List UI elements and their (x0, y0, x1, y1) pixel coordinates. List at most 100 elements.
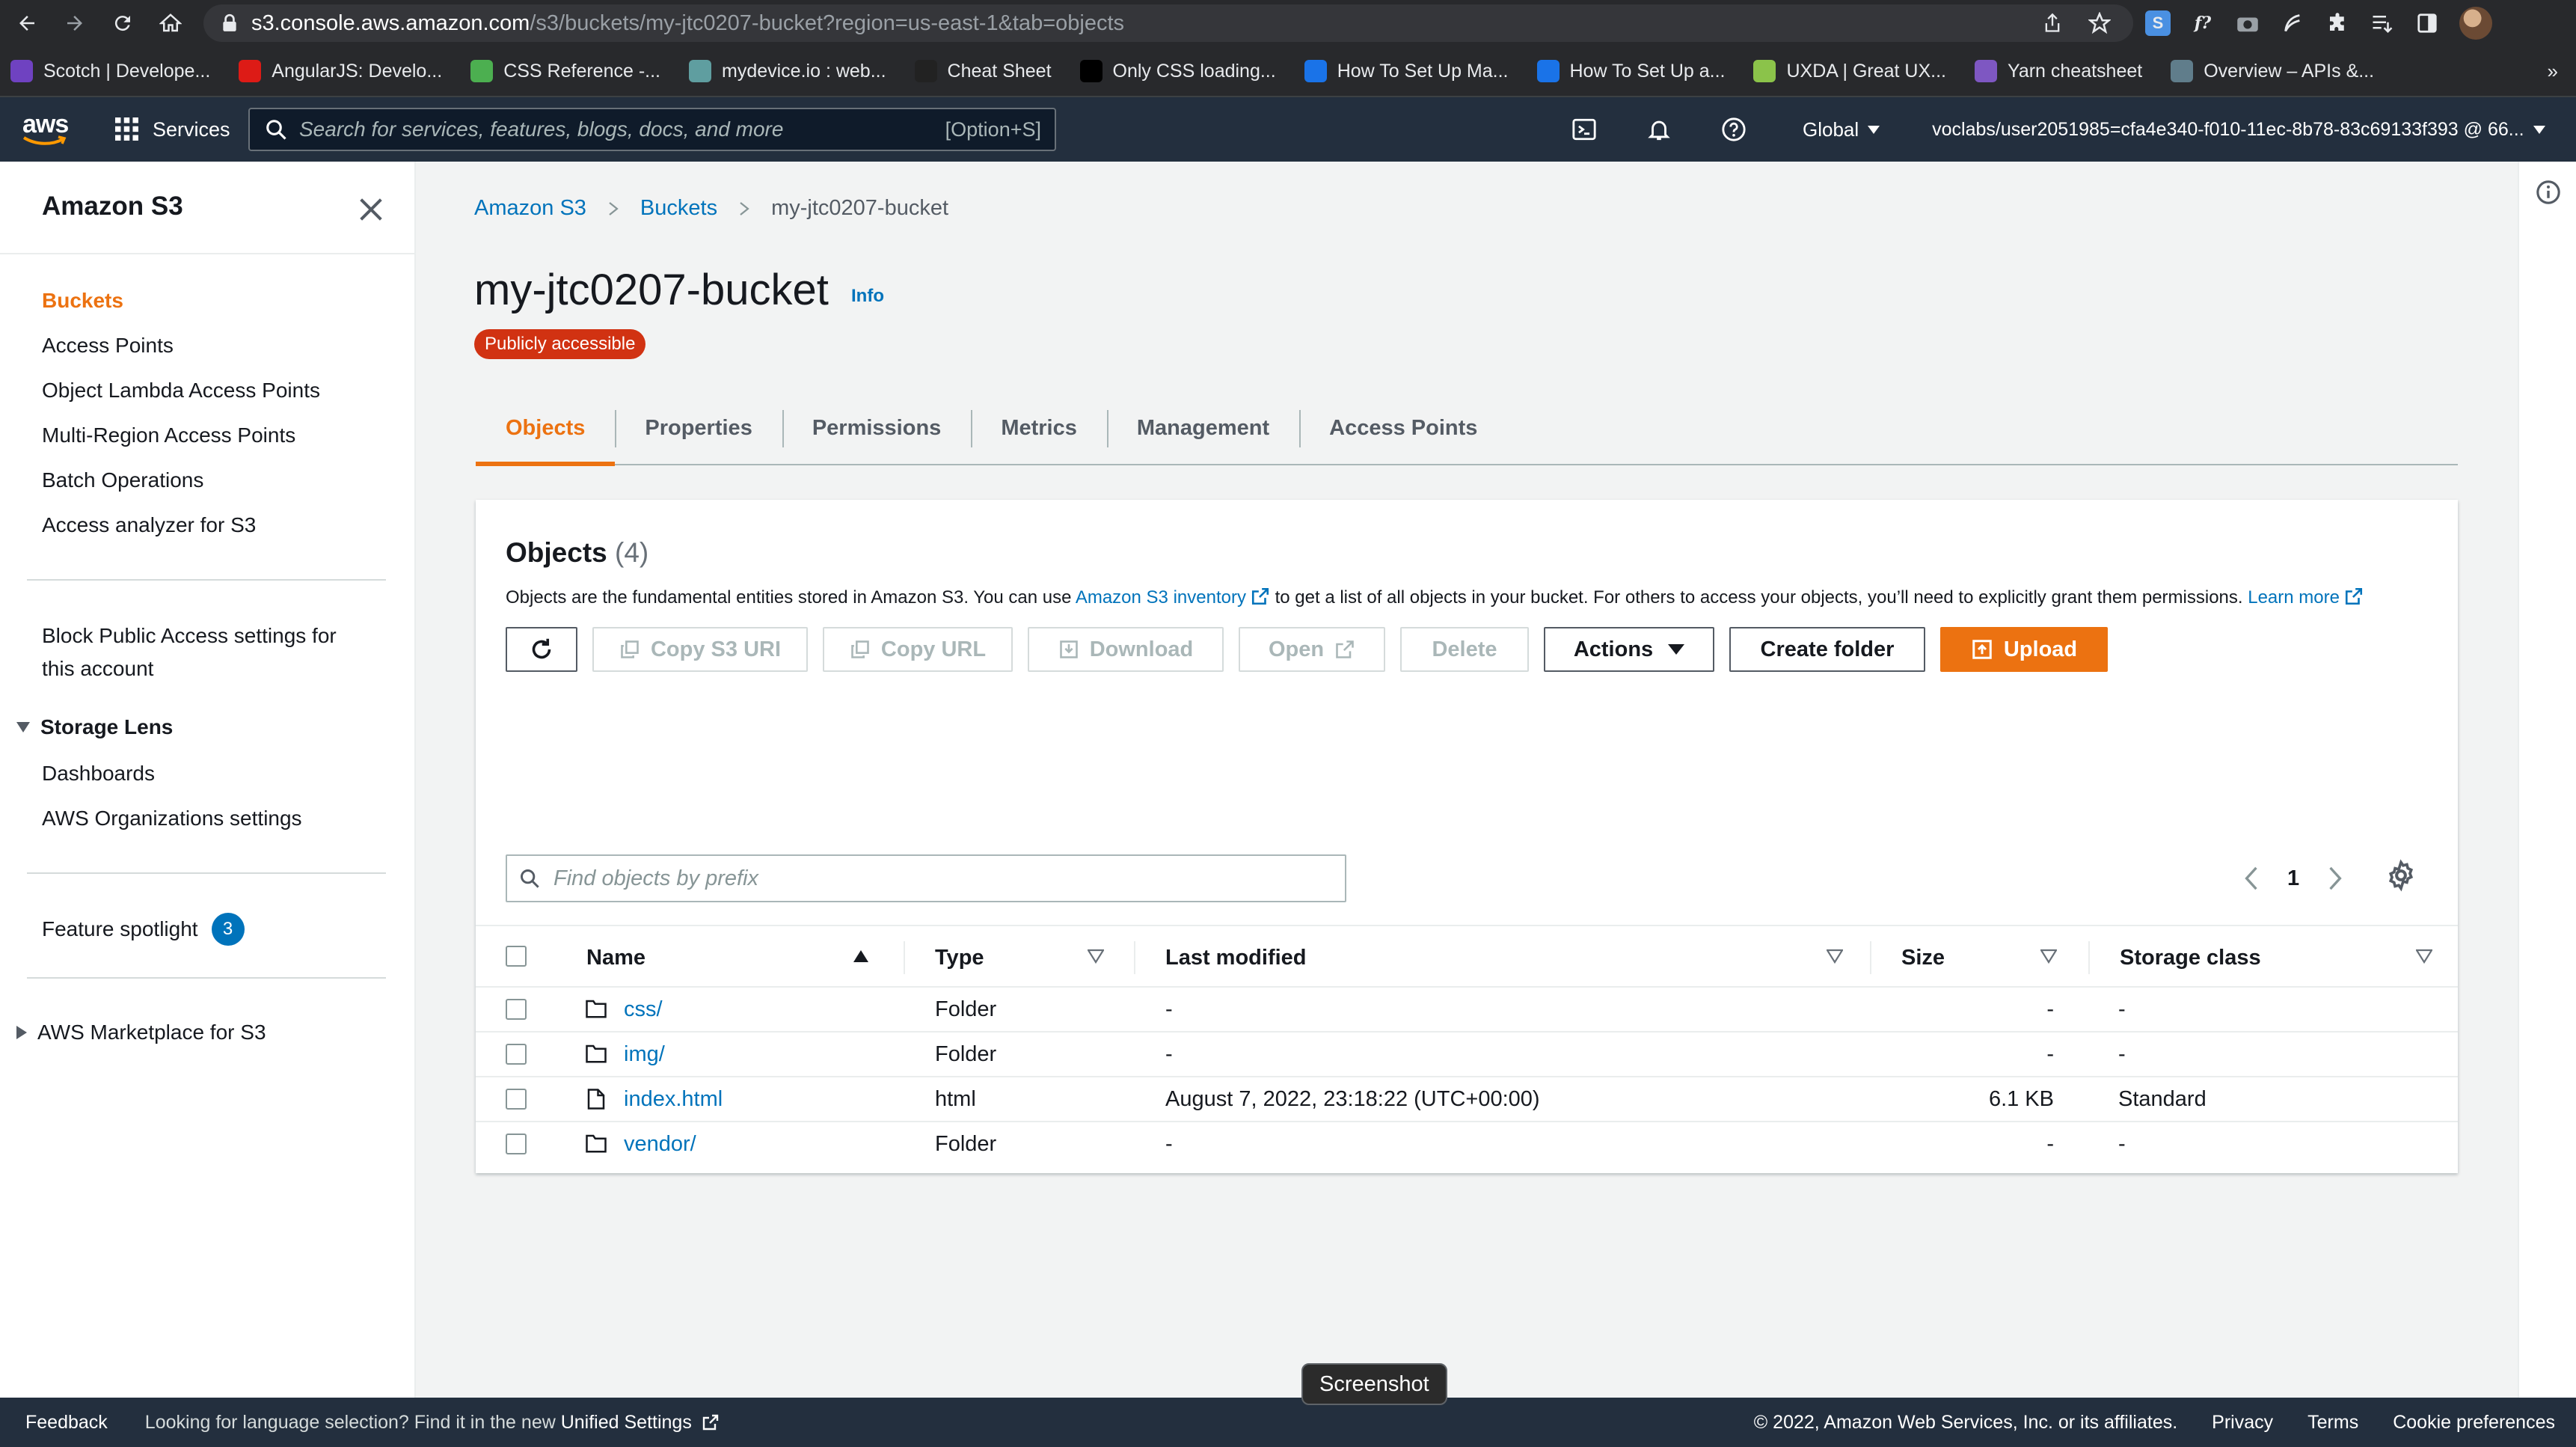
upload-button[interactable]: Upload (1940, 627, 2108, 672)
bookmark-item[interactable]: How To Set Up a... (1536, 60, 1725, 82)
row-checkbox[interactable] (506, 999, 527, 1020)
bookmark-item[interactable]: mydevice.io : web... (689, 60, 886, 82)
breadcrumb-buckets[interactable]: Buckets (640, 196, 717, 221)
camera-extension-icon[interactable] (2235, 10, 2260, 36)
object-link[interactable]: index.html (624, 1087, 723, 1112)
tab-management[interactable]: Management (1106, 392, 1299, 464)
aws-logo[interactable]: aws (22, 111, 70, 146)
sidebar-item-dashboards[interactable]: Dashboards (42, 762, 155, 786)
sidebar-item-multi-region-access-points[interactable]: Multi-Region Access Points (42, 423, 295, 447)
global-search[interactable]: [Option+S] (248, 108, 1056, 151)
column-header-last-modified[interactable]: Last modified (1165, 926, 1307, 989)
sidebar-group-marketplace[interactable]: AWS Marketplace for S3 (16, 1021, 266, 1044)
tab-permissions[interactable]: Permissions (782, 392, 971, 464)
bookmark-item[interactable]: How To Set Up Ma... (1304, 60, 1509, 82)
extensions-puzzle-icon[interactable] (2325, 10, 2350, 36)
chevron-right-icon[interactable] (2325, 865, 2346, 892)
gear-icon[interactable] (2385, 859, 2417, 892)
sort-icon[interactable] (1827, 949, 1843, 964)
copy-url-button[interactable]: Copy URL (823, 627, 1013, 672)
services-menu[interactable]: Services (115, 117, 230, 141)
sort-icon[interactable] (1088, 949, 1104, 964)
tab-properties[interactable]: Properties (615, 392, 782, 464)
search-input[interactable] (299, 117, 913, 141)
privacy-link[interactable]: Privacy (2212, 1412, 2273, 1434)
bookmark-item[interactable]: Overview – APIs &... (2171, 60, 2374, 82)
sidebar-item-batch-operations[interactable]: Batch Operations (42, 468, 203, 492)
unified-settings-link[interactable]: Unified Settings (561, 1412, 692, 1433)
sidebar-item-organizations-settings[interactable]: AWS Organizations settings (42, 807, 302, 830)
current-page[interactable]: 1 (2287, 866, 2299, 891)
sort-icon[interactable] (2040, 949, 2057, 964)
select-all-checkbox[interactable] (506, 946, 527, 967)
sidebar-item-block-public-access[interactable]: Block Public Access settings for this ac… (42, 620, 337, 685)
forward-icon[interactable] (55, 4, 94, 43)
reload-icon[interactable] (103, 4, 142, 43)
actions-dropdown[interactable]: Actions (1544, 627, 1714, 672)
bookmark-item[interactable]: AngularJS: Develo... (239, 60, 442, 82)
chevron-left-icon[interactable] (2241, 865, 2262, 892)
create-folder-button[interactable]: Create folder (1729, 627, 1925, 672)
row-checkbox[interactable] (506, 1089, 527, 1110)
copy-s3-uri-button[interactable]: Copy S3 URI (592, 627, 808, 672)
prefix-filter-input[interactable] (553, 866, 1301, 891)
object-link[interactable]: img/ (624, 1042, 665, 1067)
refresh-button[interactable] (506, 627, 577, 672)
bookmarks-overflow-icon[interactable]: » (2548, 60, 2558, 83)
learn-more-link[interactable]: Learn more (2248, 587, 2364, 608)
cookie-preferences-link[interactable]: Cookie preferences (2393, 1412, 2555, 1434)
bookmark-item[interactable]: Only CSS loading... (1079, 60, 1276, 82)
reading-list-icon[interactable] (2370, 10, 2395, 36)
bookmark-item[interactable]: CSS Reference -... (470, 60, 660, 82)
notifications-bell-icon[interactable] (1646, 116, 1672, 143)
region-selector[interactable]: Global (1803, 118, 1880, 141)
extension-fx-icon[interactable]: f? (2190, 10, 2215, 36)
help-icon[interactable] (1720, 116, 1747, 143)
feedback-link[interactable]: Feedback (25, 1412, 108, 1434)
open-button[interactable]: Open (1239, 627, 1385, 672)
breadcrumb-amazon-s3[interactable]: Amazon S3 (474, 196, 586, 221)
tab-objects[interactable]: Objects (476, 392, 616, 466)
home-icon[interactable] (151, 4, 190, 43)
sidebar-group-storage-lens[interactable]: Storage Lens (16, 715, 173, 739)
bookmark-item[interactable]: Scotch | Develope... (10, 60, 210, 82)
terms-link[interactable]: Terms (2307, 1412, 2358, 1434)
s3-inventory-link[interactable]: Amazon S3 inventory (1076, 587, 1270, 608)
address-bar[interactable]: s3.console.aws.amazon.com/s3/buckets/my-… (203, 4, 2133, 42)
delete-button[interactable]: Delete (1400, 627, 1529, 672)
tab-metrics[interactable]: Metrics (971, 392, 1107, 464)
prefix-filter[interactable] (506, 854, 1346, 902)
bookmark-item[interactable]: Yarn cheatsheet (1975, 60, 2142, 82)
profile-avatar[interactable] (2459, 7, 2492, 40)
sidebar-item-access-points[interactable]: Access Points (42, 334, 174, 358)
extension-s-icon[interactable]: S (2145, 10, 2171, 36)
column-header-size[interactable]: Size (1901, 926, 1945, 989)
sort-icon[interactable] (2416, 949, 2432, 964)
column-header-name[interactable]: Name (586, 926, 645, 989)
column-header-type[interactable]: Type (935, 926, 984, 989)
info-icon[interactable] (2536, 180, 2561, 205)
sidebar-item-object-lambda-access-points[interactable]: Object Lambda Access Points (42, 379, 320, 403)
object-link[interactable]: vendor/ (624, 1132, 696, 1157)
cloudshell-icon[interactable] (1571, 116, 1598, 143)
extension-feather-icon[interactable] (2280, 10, 2305, 36)
bookmark-item[interactable]: UXDA | Great UX... (1753, 60, 1946, 82)
side-panel-icon[interactable] (2414, 10, 2440, 36)
download-button[interactable]: Download (1028, 627, 1224, 672)
back-icon[interactable] (7, 4, 46, 43)
object-link[interactable]: css/ (624, 997, 663, 1022)
sidebar-item-buckets[interactable]: Buckets (42, 289, 123, 313)
row-checkbox[interactable] (506, 1134, 527, 1154)
close-icon[interactable] (356, 195, 386, 224)
sidebar-item-access-analyzer[interactable]: Access analyzer for S3 (42, 513, 256, 537)
share-icon[interactable] (2042, 12, 2063, 34)
info-link[interactable]: Info (851, 286, 884, 307)
tab-access-points[interactable]: Access Points (1299, 392, 1507, 464)
row-checkbox[interactable] (506, 1044, 527, 1065)
bookmark-item[interactable]: Cheat Sheet (914, 60, 1052, 82)
column-header-storage-class[interactable]: Storage class (2120, 926, 2261, 989)
sidebar-item-feature-spotlight[interactable]: Feature spotlight 3 (42, 913, 245, 946)
account-menu[interactable]: voclabs/user2051985=cfa4e340-f010-11ec-8… (1932, 119, 2545, 141)
bookmark-star-icon[interactable] (2088, 12, 2111, 34)
sort-ascending-icon[interactable] (853, 949, 869, 964)
